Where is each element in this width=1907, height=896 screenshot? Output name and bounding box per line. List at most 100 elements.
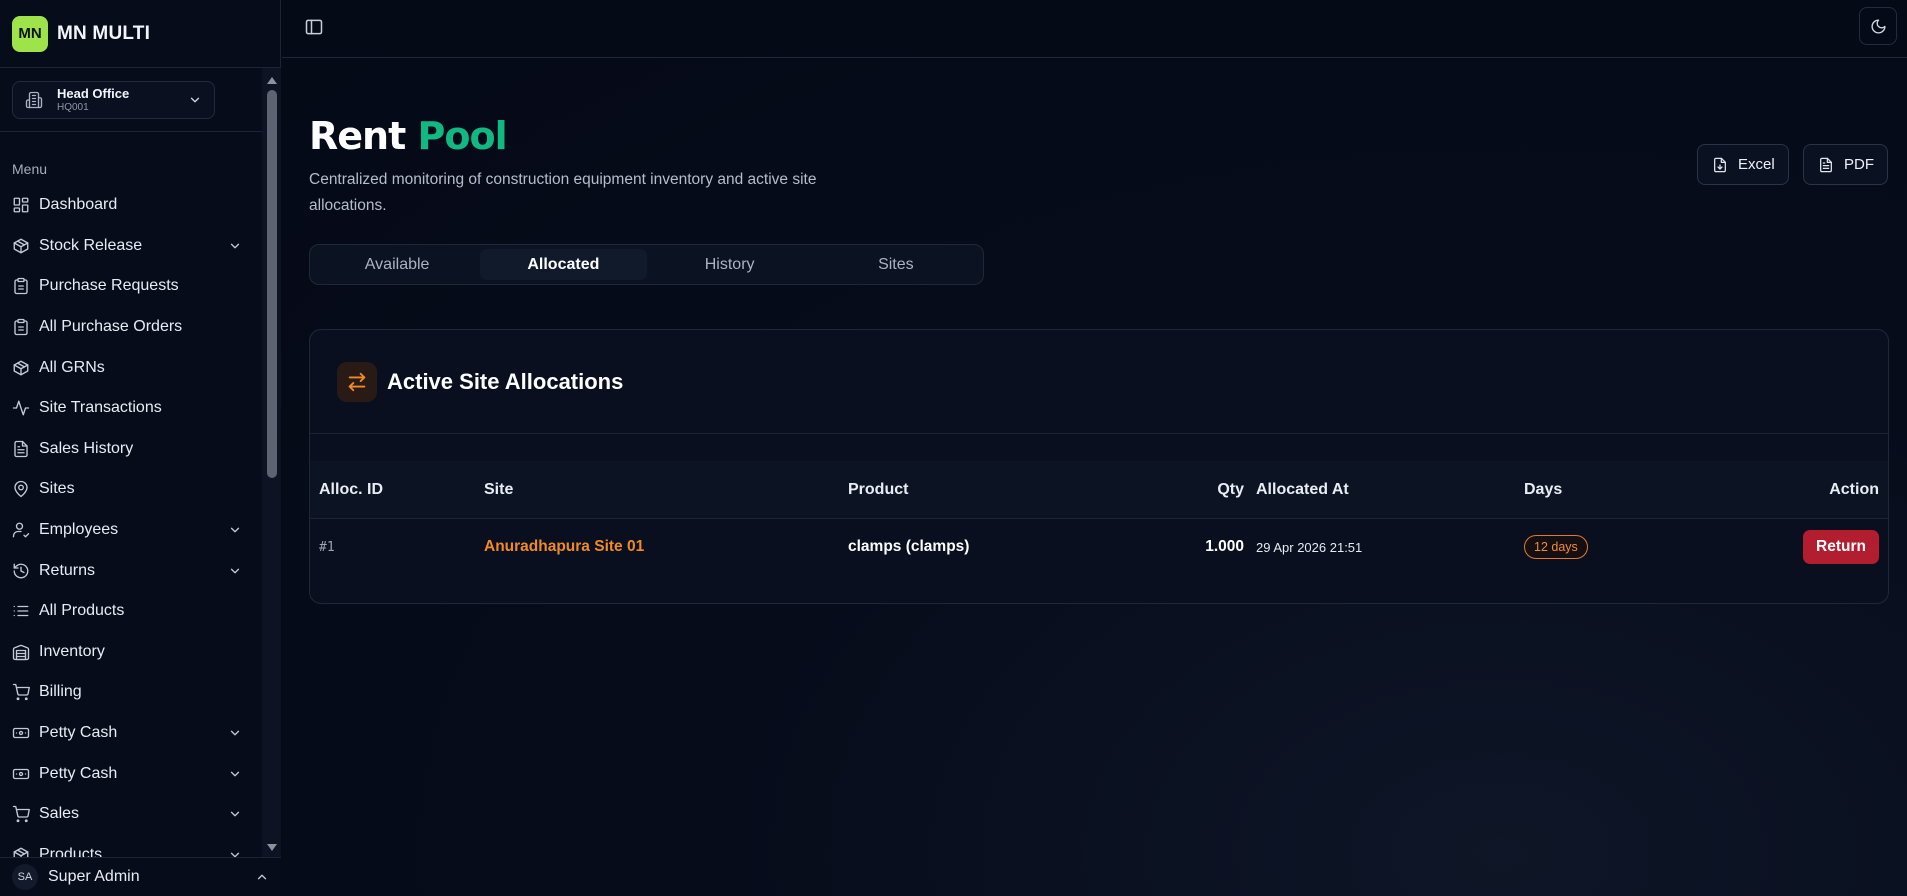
tab-history[interactable]: History — [647, 249, 813, 280]
theme-toggle-button[interactable] — [1859, 7, 1897, 45]
cart-icon — [12, 683, 30, 701]
activity-icon — [12, 399, 30, 417]
col-header-days[interactable]: Days — [1524, 481, 1562, 499]
sidebar-item-returns[interactable]: Returns — [0, 550, 262, 591]
sidebar-item-all-purchase-orders[interactable]: All Purchase Orders — [0, 307, 262, 348]
cell-qty: 1.000 — [1205, 538, 1244, 555]
sidebar-item-label: All GRNs — [39, 358, 105, 376]
brand[interactable]: MN MN MULTI — [0, 0, 280, 68]
building-icon — [25, 91, 43, 109]
box-icon — [12, 237, 30, 255]
tab-allocated[interactable]: Allocated — [480, 249, 647, 280]
export-pdf-button[interactable]: PDF — [1803, 144, 1888, 185]
chevron-down-icon — [228, 848, 242, 857]
allocations-table: Alloc. ID Site Product Qty Allocated At … — [310, 461, 1888, 575]
chevron-down-icon — [188, 93, 202, 107]
scroll-up-arrow-icon[interactable] — [262, 72, 281, 88]
warehouse-icon — [12, 643, 30, 661]
sidebar-item-label: Petty Cash — [39, 764, 118, 782]
scroll-down-arrow-icon[interactable] — [262, 839, 281, 855]
sidebar-item-sites[interactable]: Sites — [0, 469, 262, 510]
sidebar-item-label: All Products — [39, 602, 125, 620]
sidebar-item-label: Site Transactions — [39, 399, 162, 417]
sidebar-item-label: Products — [39, 845, 103, 857]
sidebar-item-label: Stock Release — [39, 236, 143, 254]
banknote-icon — [12, 724, 30, 742]
sidebar-item-petty-cash[interactable]: Petty Cash — [0, 753, 262, 794]
cart-icon — [12, 805, 30, 823]
cell-action: Return — [1803, 530, 1879, 564]
page-subtitle: Centralized monitoring of construction e… — [309, 171, 817, 214]
page-title: Rent Pool — [309, 114, 508, 158]
col-header-allocated-at[interactable]: Allocated At — [1256, 481, 1349, 499]
sidebar-item-inventory[interactable]: Inventory — [0, 632, 262, 673]
sidebar-item-all-products[interactable]: All Products — [0, 591, 262, 632]
export-excel-button[interactable]: Excel — [1697, 144, 1789, 185]
chevron-down-icon — [228, 564, 242, 578]
sidebar-item-label: Sales — [39, 805, 80, 823]
avatar: SA — [12, 864, 38, 890]
sidebar-item-label: Purchase Requests — [39, 277, 179, 295]
sidebar-item-site-transactions[interactable]: Site Transactions — [0, 388, 262, 429]
sidebar-item-all-grns[interactable]: All GRNs — [0, 347, 262, 388]
col-header-site[interactable]: Site — [484, 481, 513, 499]
chevron-down-icon — [228, 726, 242, 740]
sidebar-item-billing[interactable]: Billing — [0, 672, 262, 713]
map-pin-icon — [12, 480, 30, 498]
clipboard-icon — [12, 277, 30, 295]
sidebar-toggle-icon[interactable] — [304, 17, 324, 37]
col-header-qty[interactable]: Qty — [1217, 481, 1244, 499]
chevron-down-icon — [228, 767, 242, 781]
tab-available[interactable]: Available — [314, 249, 480, 280]
return-button[interactable]: Return — [1803, 530, 1879, 564]
scrollbar-thumb[interactable] — [267, 90, 277, 478]
package-icon — [12, 846, 30, 857]
sidebar-item-stock-release[interactable]: Stock Release — [0, 226, 262, 267]
brand-logo: MN — [12, 15, 48, 52]
sidebar-item-label: Petty Cash — [39, 724, 118, 742]
banknote-icon — [12, 765, 30, 783]
sidebar-item-label: Billing — [39, 683, 82, 701]
page-title-part2: Pool — [417, 114, 508, 158]
col-header-product[interactable]: Product — [848, 481, 908, 499]
branch-name: Head Office — [57, 86, 130, 101]
card-title: Active Site Allocations — [387, 368, 624, 394]
cell-alloc-id: #1 — [319, 539, 335, 555]
cell-site[interactable]: Anuradhapura Site 01 — [484, 538, 644, 556]
sidebar-item-label: Sites — [39, 480, 75, 498]
arrows-swap-icon — [337, 361, 377, 402]
sidebar-item-label: Sales History — [39, 439, 134, 457]
moon-icon — [1870, 18, 1887, 35]
view-tabs: Available Allocated History Sites — [309, 244, 984, 285]
chevron-down-icon — [228, 239, 242, 253]
user-icon — [12, 521, 30, 539]
user-name: Super Admin — [48, 868, 140, 885]
allocations-card: Active Site Allocations Alloc. ID Site P… — [309, 329, 1889, 604]
col-header-id[interactable]: Alloc. ID — [319, 481, 383, 499]
sidebar-item-sales-history[interactable]: Sales History — [0, 429, 262, 470]
top-bar — [282, 0, 1907, 58]
branch-code: HQ001 — [57, 102, 89, 113]
sidebar-item-purchase-requests[interactable]: Purchase Requests — [0, 266, 262, 307]
sidebar-item-petty-cash[interactable]: Petty Cash — [0, 713, 262, 754]
sidebar-item-label: All Purchase Orders — [39, 318, 183, 336]
file-download-icon — [1712, 157, 1728, 173]
main-content: Rent Pool Centralized monitoring of cons… — [282, 59, 1907, 896]
chevron-down-icon — [228, 523, 242, 537]
cell-allocated-at: 29 Apr 2026 21:51 — [1256, 539, 1363, 555]
file-text-icon — [12, 440, 30, 458]
sidebar-item-label: Employees — [39, 521, 119, 539]
branch-selector[interactable]: Head Office HQ001 — [12, 81, 215, 119]
user-menu[interactable]: SA Super Admin — [0, 857, 281, 896]
tab-sites[interactable]: Sites — [813, 249, 979, 280]
sidebar: MN MN MULTI Head Office HQ001 Menu Dashb… — [0, 0, 281, 896]
sidebar-scrollbar[interactable] — [262, 68, 281, 857]
sidebar-item-dashboard[interactable]: Dashboard — [0, 185, 262, 226]
sidebar-item-products[interactable]: Products — [0, 835, 262, 857]
export-pdf-label: PDF — [1844, 156, 1874, 173]
list-icon — [12, 602, 30, 620]
sidebar-item-sales[interactable]: Sales — [0, 794, 262, 835]
page-title-part1: Rent — [309, 114, 406, 158]
brand-name: MN MULTI — [57, 22, 151, 44]
sidebar-item-employees[interactable]: Employees — [0, 510, 262, 551]
